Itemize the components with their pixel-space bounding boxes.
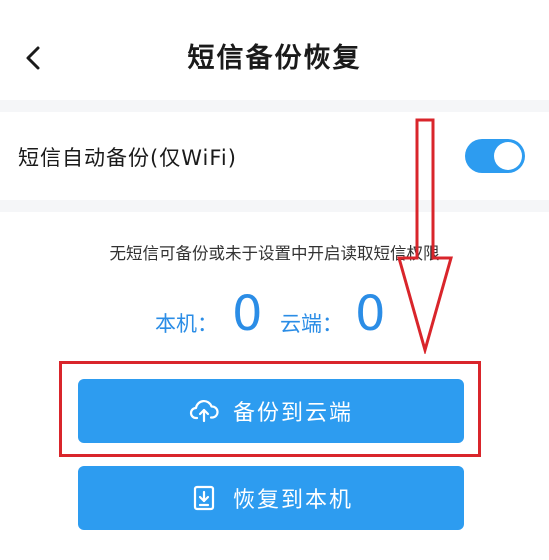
local-count-label: 本机： xyxy=(155,312,218,336)
auto-backup-toggle[interactable] xyxy=(465,139,525,173)
local-count-value: 0 xyxy=(232,286,263,342)
permission-notice: 无短信可备份或未于设置中开启读取短信权限 xyxy=(109,244,440,263)
restore-button-label: 恢复到本机 xyxy=(232,488,353,513)
backup-button-label: 备份到云端 xyxy=(232,401,353,426)
header: 短信备份恢复 xyxy=(0,0,549,100)
auto-backup-label: 短信自动备份(仅WiFi) xyxy=(18,146,237,170)
cloud-count-label: 云端： xyxy=(280,312,343,336)
section-divider xyxy=(0,100,549,112)
backup-to-cloud-button[interactable]: 备份到云端 xyxy=(78,379,464,443)
download-file-icon xyxy=(193,485,215,511)
section-divider xyxy=(0,200,549,212)
cloud-upload-icon xyxy=(189,400,219,423)
page-title: 短信备份恢复 xyxy=(187,43,362,74)
toggle-knob xyxy=(494,142,522,170)
restore-to-local-button[interactable]: 恢复到本机 xyxy=(78,466,464,530)
message-counts: 本机： 0 云端： 0 xyxy=(0,286,549,346)
cloud-count-value: 0 xyxy=(355,286,386,342)
auto-backup-setting-row: 短信自动备份(仅WiFi) xyxy=(0,112,549,200)
